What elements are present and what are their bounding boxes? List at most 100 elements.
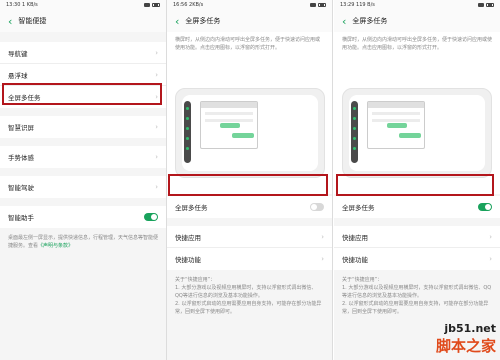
note-2: 2. 以浮窗形式启动的应用需要应用自身支持，可能存在部分功能异常，回到全屏下使用…	[342, 301, 489, 315]
menu-item-label: 智能驾驶	[8, 184, 34, 192]
settings-panel-fullscreen-multitask-off: 16:56 2KB/s ‹ 全屏多任务 横屏时，从侧边向内滑动可呼出全屏多任务，…	[167, 0, 332, 360]
toggle-knob	[311, 204, 317, 210]
landscape-phone-illustration	[175, 88, 325, 178]
title-bar: ‹ 全屏多任务	[334, 10, 500, 32]
multitask-sidebar-graphic	[184, 101, 191, 163]
signal-icon	[144, 3, 150, 7]
footnote-text: 桌面最左侧一屏显示，提供快递信息，行程管理，天气信息等智能便捷服务。查看	[8, 235, 159, 249]
page-title: 全屏多任务	[185, 17, 221, 25]
status-speed: 1 KB/s	[22, 2, 38, 8]
signal-icon	[478, 3, 484, 7]
menu-section-4: 智能驾驶 ›	[0, 176, 166, 198]
status-time: 13:30	[6, 2, 21, 8]
quick-apps-item[interactable]: 快捷应用 ›	[167, 226, 332, 248]
fullscreen-multitask-row: 全屏多任务	[334, 196, 500, 218]
chevron-right-icon: ›	[321, 255, 324, 263]
battery-icon	[152, 3, 160, 7]
shortcut-section: 快捷应用 › 快捷功能 ›	[334, 226, 500, 270]
chat-bubble-graphic	[220, 123, 240, 128]
menu-item-label: 快捷功能	[342, 256, 368, 264]
chevron-right-icon: ›	[155, 123, 158, 131]
menu-item-fullscreen-multitask[interactable]: 全屏多任务 ›	[0, 86, 166, 108]
illustration-area	[334, 76, 500, 194]
toggle-knob	[485, 204, 491, 210]
quick-functions-item[interactable]: 快捷功能 ›	[167, 248, 332, 270]
menu-section-2: 智慧识屏 ›	[0, 116, 166, 138]
chevron-right-icon: ›	[155, 153, 158, 161]
menu-item-label: 悬浮球	[8, 71, 28, 80]
back-arrow-icon[interactable]: ‹	[175, 16, 179, 27]
signal-icon	[310, 3, 316, 7]
status-bar: 16:56 2KB/s	[167, 0, 332, 10]
quick-apps-item[interactable]: 快捷应用 ›	[334, 226, 500, 248]
chat-bubble-graphic	[232, 133, 254, 138]
chat-bubble-graphic	[387, 123, 407, 128]
settings-panel-smart-convenience: 13:30 1 KB/s ‹ 智能便捷 导航键 › 悬浮球 › 全屏多任务 › 智慧识…	[0, 0, 166, 360]
toggle-section: 全屏多任务	[167, 196, 332, 218]
menu-section-1: 导航键 › 悬浮球 › 全屏多任务 ›	[0, 42, 166, 108]
note-1: 1. 大部分游戏以及视频应用横屏时，支持以浮窗形式调出微信、QQ等进行信息的浏览…	[175, 285, 317, 299]
watermark-brand: 脚本之家	[435, 337, 496, 355]
chevron-right-icon: ›	[155, 183, 158, 191]
title-bar: ‹ 智能便捷	[0, 10, 166, 32]
description-text: 横屏时，从侧边向内滑动可呼出全屏多任务，便于快速访问应用或使用功能。点击应用图标…	[175, 37, 321, 51]
quick-apps-notes: 关于“快捷应用”： 1. 大部分游戏以及视频应用横屏时，支持以浮窗形式调出微信、…	[334, 270, 500, 322]
battery-icon	[486, 3, 494, 7]
menu-item-smart-driving[interactable]: 智能驾驶 ›	[0, 176, 166, 198]
menu-item-label: 手势体感	[8, 154, 34, 162]
landscape-phone-illustration	[342, 88, 492, 178]
feature-description: 横屏时，从侧边向内滑动可呼出全屏多任务，便于快速访问应用或使用功能。点击应用图标…	[334, 32, 500, 76]
fullscreen-multitask-row: 全屏多任务	[167, 196, 332, 218]
chevron-right-icon: ›	[155, 70, 158, 79]
fullscreen-multitask-toggle[interactable]	[310, 203, 324, 211]
note-2: 2. 以浮窗形式启动的应用需要应用自身支持，可能存在部分功能异常，回到全屏下使用…	[175, 301, 322, 315]
menu-item-label: 全屏多任务	[8, 94, 41, 102]
menu-item-nav-keys[interactable]: 导航键 ›	[0, 42, 166, 64]
smart-assistant-row: 智能助手	[0, 206, 166, 228]
menu-item-label: 快捷应用	[342, 233, 368, 242]
smart-assistant-toggle[interactable]	[144, 213, 158, 221]
toggle-label: 全屏多任务	[175, 204, 208, 212]
quick-functions-item[interactable]: 快捷功能 ›	[334, 248, 500, 270]
chevron-right-icon: ›	[489, 255, 492, 263]
menu-item-gesture-motion[interactable]: 手势体感 ›	[0, 146, 166, 168]
menu-section-5: 智能助手	[0, 206, 166, 228]
status-time: 13:29	[340, 2, 355, 8]
status-bar: 13:29 119 B/s	[334, 0, 500, 10]
fullscreen-multitask-toggle[interactable]	[478, 203, 492, 211]
title-bar: ‹ 全屏多任务	[167, 10, 332, 32]
smart-assistant-footnote: 桌面最左侧一屏显示，提供快递信息，行程管理，天气信息等智能便捷服务。查看《声明与…	[0, 228, 166, 256]
toggle-knob	[151, 214, 157, 220]
terms-link[interactable]: 《声明与条款》	[38, 243, 73, 249]
chevron-right-icon: ›	[155, 93, 158, 101]
status-time: 16:56	[173, 2, 188, 8]
chevron-right-icon: ›	[321, 232, 324, 241]
back-arrow-icon[interactable]: ‹	[342, 16, 346, 27]
menu-item-floating-ball[interactable]: 悬浮球 ›	[0, 64, 166, 86]
menu-item-label: 快捷应用	[175, 233, 201, 242]
smart-assistant-label: 智能助手	[8, 214, 34, 222]
panel-divider	[332, 0, 333, 360]
settings-panel-fullscreen-multitask-on: 13:29 119 B/s ‹ 全屏多任务 横屏时，从侧边向内滑动可呼出全屏多任…	[334, 0, 500, 360]
status-speed: 2KB/s	[189, 2, 204, 8]
menu-section-3: 手势体感 ›	[0, 146, 166, 168]
page-title: 智能便捷	[18, 17, 47, 25]
status-speed: 119 B/s	[356, 2, 375, 8]
watermark: jb51.net 脚本之家	[436, 322, 496, 356]
multitask-sidebar-graphic	[351, 101, 358, 163]
note-1: 1. 大部分游戏以及视频应用横屏时，支持以浮窗形式调出微信、QQ等进行信息的浏览…	[342, 285, 492, 299]
page-title: 全屏多任务	[352, 17, 388, 25]
status-bar: 13:30 1 KB/s	[0, 0, 166, 10]
chat-bubble-graphic	[399, 133, 421, 138]
menu-item-label: 快捷功能	[175, 256, 201, 264]
illustration-area	[167, 76, 332, 194]
notes-title: 关于“快捷应用”：	[175, 277, 216, 283]
toggle-label: 全屏多任务	[342, 204, 375, 212]
shortcut-section: 快捷应用 › 快捷功能 ›	[167, 226, 332, 270]
menu-item-smart-screen-recognition[interactable]: 智慧识屏 ›	[0, 116, 166, 138]
notes-title: 关于“快捷应用”：	[342, 277, 383, 283]
chevron-right-icon: ›	[489, 232, 492, 241]
description-text: 横屏时，从侧边向内滑动可呼出全屏多任务，便于快速访问应用或使用功能。点击应用图标…	[342, 37, 493, 51]
watermark-domain: jb51.net	[444, 322, 496, 335]
back-arrow-icon[interactable]: ‹	[8, 16, 12, 27]
